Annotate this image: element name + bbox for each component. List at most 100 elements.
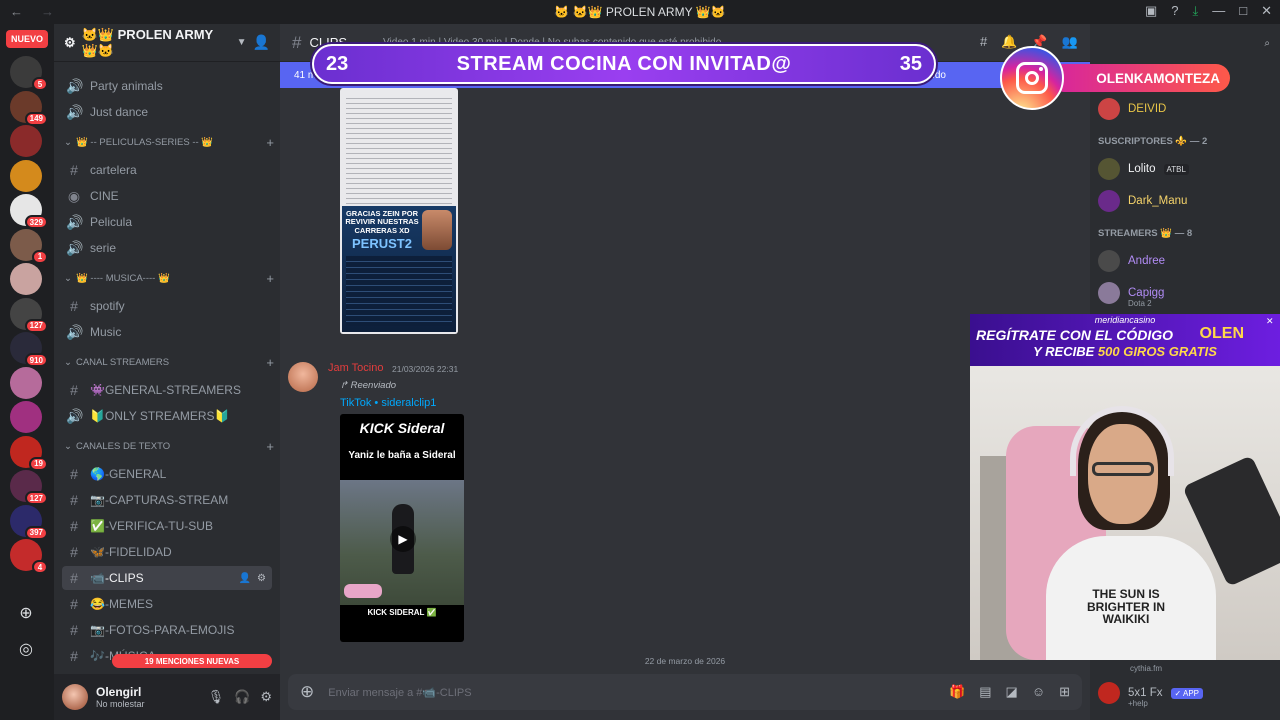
forward-arrow-icon[interactable]: → (41, 4, 54, 19)
search-icon[interactable]: ⌕ (1264, 38, 1270, 49)
image-text-block (346, 94, 452, 204)
invite-icon[interactable]: 👤 (239, 573, 251, 584)
member-bottom[interactable]: 5x1 Fx ✓ APP +help (1098, 680, 1274, 708)
member-item[interactable]: Lolito ATBL (1098, 156, 1274, 182)
server-icon[interactable] (10, 366, 42, 399)
close-icon[interactable]: ✕ (1266, 316, 1278, 328)
casino-promo: meridiancasino REGÍTRATE CON EL CÓDIGO O… (970, 314, 1280, 366)
channel-label: Pelicula (90, 215, 133, 229)
hashtag-icon: # (70, 298, 78, 314)
channel-item[interactable]: # spotify (62, 294, 272, 318)
server-icon[interactable]: 329 (10, 194, 48, 229)
member-name: Capigg (1128, 287, 1165, 299)
guild-header[interactable]: ⚙ 🐱👑 PROLEN ARMY 👑🐱 ▼ 👤 (54, 24, 280, 62)
channel-item[interactable]: # 🌎-GENERAL (62, 462, 272, 486)
server-icon[interactable]: 397 (10, 504, 48, 540)
channel-category[interactable]: ⌄ CANALES DE TEXTO + (64, 438, 274, 454)
channel-item[interactable]: # 📷-CAPTURAS-STREAM (62, 488, 272, 512)
channel-category[interactable]: ⌄ CANAL STREAMERS + (64, 354, 274, 370)
server-icon[interactable]: 127 (10, 470, 48, 505)
unread-badge: 1 (32, 249, 48, 264)
add-channel-icon[interactable]: + (266, 439, 274, 454)
server-icon[interactable]: 910 (10, 332, 48, 367)
new-badge[interactable]: NUEVO (6, 30, 48, 48)
server-icon[interactable]: 19 (10, 435, 48, 471)
avatar[interactable] (1098, 190, 1120, 212)
composer-input[interactable]: Enviar mensaje a #📹-CLIPS (328, 686, 471, 699)
avatar[interactable] (1098, 682, 1120, 704)
channel-item[interactable]: # ✅-VERIFICA-TU-SUB (62, 514, 272, 538)
maximize-icon[interactable]: □ (1239, 3, 1247, 19)
close-window-icon[interactable]: ✕ (1261, 3, 1272, 19)
channel-item[interactable]: 🔊 🔰ONLY STREAMERS🔰 (62, 404, 272, 428)
sticker-icon[interactable]: ◪ (1006, 684, 1018, 700)
channel-item[interactable]: # 📹-CLIPS 👤 ⚙ (62, 566, 272, 590)
headphones-icon[interactable]: 🎧 (234, 689, 250, 705)
download-icon[interactable]: ⤓ (1192, 3, 1198, 19)
channel-item[interactable]: 🔊 serie (62, 236, 272, 260)
avatar[interactable] (288, 362, 318, 392)
microphone-icon[interactable]: 🎙 (208, 689, 225, 705)
member-item[interactable]: Andree (1098, 248, 1274, 274)
attached-image[interactable]: GRACIAS ZEIN POR REVIVIR NUESTRAS CARRER… (340, 88, 458, 334)
channel-item[interactable]: 🔊 Just dance (62, 100, 272, 124)
add-channel-icon[interactable]: + (266, 271, 274, 286)
channel-item[interactable]: # 📷-FOTOS-PARA-EMOJIS (62, 618, 272, 642)
message-author[interactable]: Jam Tocino (328, 362, 383, 374)
minimize-icon[interactable]: — (1212, 3, 1225, 19)
server-icon[interactable]: 4 (10, 539, 48, 574)
server-icon[interactable]: 1 (10, 228, 48, 264)
add-channel-icon[interactable]: + (266, 355, 274, 370)
apps-icon[interactable]: ⊞ (1059, 684, 1070, 700)
threads-icon[interactable]: # (980, 34, 987, 50)
server-icon[interactable] (10, 159, 42, 192)
invite-people-icon[interactable]: 👤 (253, 34, 270, 51)
channel-label: 👾GENERAL-STREAMERS (90, 383, 241, 397)
channel-item[interactable]: # 👾GENERAL-STREAMERS (62, 378, 272, 402)
avatar[interactable] (1098, 250, 1120, 272)
channel-category[interactable]: ⌄ 👑 -- PELICULAS-SERIES -- 👑 + (64, 134, 274, 150)
speaker-icon: 🔊 (66, 407, 84, 424)
server-rail: NUEVO 5 149 329 1 127 910 19 127 397 4 ⊕ ◎ (0, 24, 54, 720)
avatar[interactable] (1098, 158, 1120, 180)
server-icon[interactable]: 127 (10, 297, 48, 333)
play-icon[interactable]: ▶ (390, 526, 416, 552)
help-icon[interactable]: ? (1171, 3, 1178, 19)
back-arrow-icon[interactable]: ← (10, 4, 23, 19)
channel-item[interactable]: ◉ CINE (62, 184, 272, 208)
inbox-icon[interactable]: ▣ (1145, 3, 1157, 19)
server-icon[interactable]: 5 (10, 56, 48, 91)
chevron-down-icon: ▼ (236, 37, 247, 48)
new-mentions-pill[interactable]: 19 MENCIONES NUEVAS (112, 654, 272, 668)
channel-item[interactable]: # 🦋-FIDELIDAD (62, 540, 272, 564)
gift-icon[interactable]: 🎁 (949, 684, 965, 700)
emoji-icon[interactable]: ☺ (1032, 684, 1045, 700)
channel-item[interactable]: 🔊 Music (62, 320, 272, 344)
speaker-icon: 🔊 (66, 103, 84, 120)
member-item[interactable]: Capigg Dota 2 (1098, 280, 1274, 308)
video-embed[interactable]: KICK Sideral Yaniz le baña a Sideral ▶ K… (340, 414, 464, 642)
channel-item[interactable]: # cartelera (62, 158, 272, 182)
add-server-icon[interactable]: ⊕ (15, 602, 37, 624)
server-icon[interactable] (10, 401, 42, 433)
channel-item[interactable]: 🔊 Party animals (62, 74, 272, 98)
channel-item[interactable]: # 😂-MEMES (62, 592, 272, 616)
server-icon[interactable] (10, 263, 42, 295)
tiktok-link[interactable]: TikTok • sideralclip1 (340, 397, 436, 409)
add-attachment-icon[interactable]: ⊕ (300, 682, 314, 702)
message-composer[interactable]: ⊕ Enviar mensaje a #📹-CLIPS 🎁 ▤ ◪ ☺ ⊞ (288, 674, 1082, 710)
server-icon[interactable] (10, 125, 42, 157)
channel-item[interactable]: 🔊 Pelicula (62, 210, 272, 234)
channel-category[interactable]: ⌄ 👑 ---- MUSICA---- 👑 + (64, 270, 274, 286)
member-item[interactable]: Dark_Manu (1098, 188, 1274, 214)
server-icon[interactable]: 149 (10, 90, 48, 126)
hashtag-icon: # (70, 466, 78, 482)
unread-badge: 5 (32, 77, 48, 91)
gif-icon[interactable]: ▤ (979, 684, 991, 700)
add-channel-icon[interactable]: + (266, 135, 274, 150)
avatar[interactable] (62, 684, 88, 710)
gear-icon[interactable]: ⚙ (257, 573, 266, 584)
discover-icon[interactable]: ◎ (15, 638, 37, 660)
avatar[interactable] (1098, 282, 1120, 304)
settings-gear-icon[interactable]: ⚙ (260, 689, 272, 705)
